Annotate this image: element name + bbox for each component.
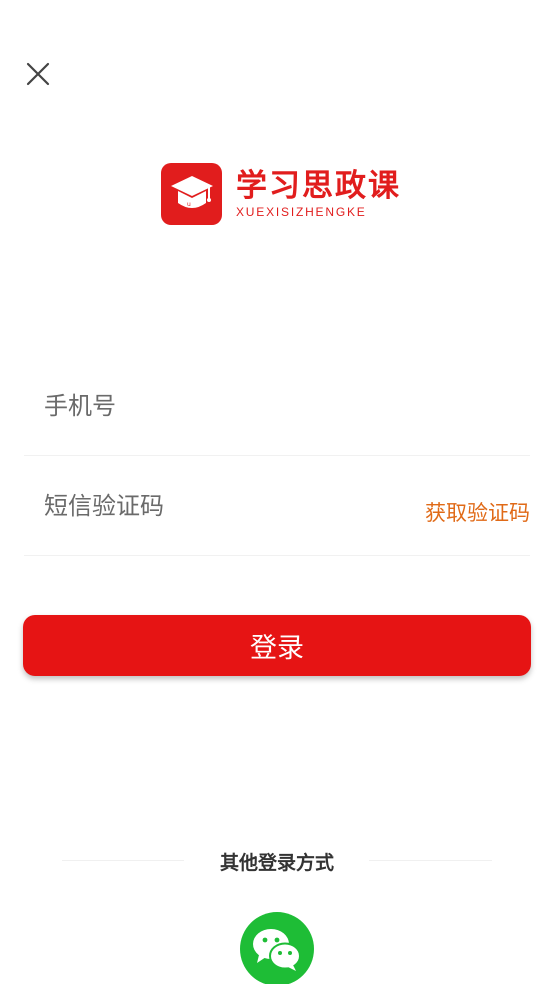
other-login-divider: 其他登录方式 bbox=[0, 848, 554, 874]
wechat-icon bbox=[253, 929, 301, 971]
logo-title-en: XUEXISIZHENGKE bbox=[236, 205, 367, 219]
svg-text:u: u bbox=[187, 201, 191, 208]
divider-line-right bbox=[369, 860, 492, 861]
graduation-cap-icon: u bbox=[161, 163, 222, 225]
wechat-login-button[interactable] bbox=[240, 912, 314, 984]
logo-text: 学习思政课 XUEXISIZHENGKE bbox=[236, 169, 401, 219]
code-field-row: 获取验证码 bbox=[24, 455, 530, 556]
other-login-title: 其他登录方式 bbox=[219, 852, 334, 874]
app-logo: u 学习思政课 XUEXISIZHENGKE bbox=[161, 163, 401, 225]
login-button[interactable]: 登录 bbox=[23, 615, 531, 676]
close-icon[interactable] bbox=[22, 58, 54, 90]
phone-field-row bbox=[24, 355, 530, 456]
sms-code-input[interactable] bbox=[42, 483, 406, 529]
logo-title-cn: 学习思政课 bbox=[236, 168, 401, 204]
phone-input[interactable] bbox=[42, 383, 406, 429]
login-screen: u 学习思政课 XUEXISIZHENGKE 获取验证码 登录 其他登录方式 bbox=[0, 0, 554, 984]
get-code-button[interactable]: 获取验证码 bbox=[425, 497, 530, 527]
